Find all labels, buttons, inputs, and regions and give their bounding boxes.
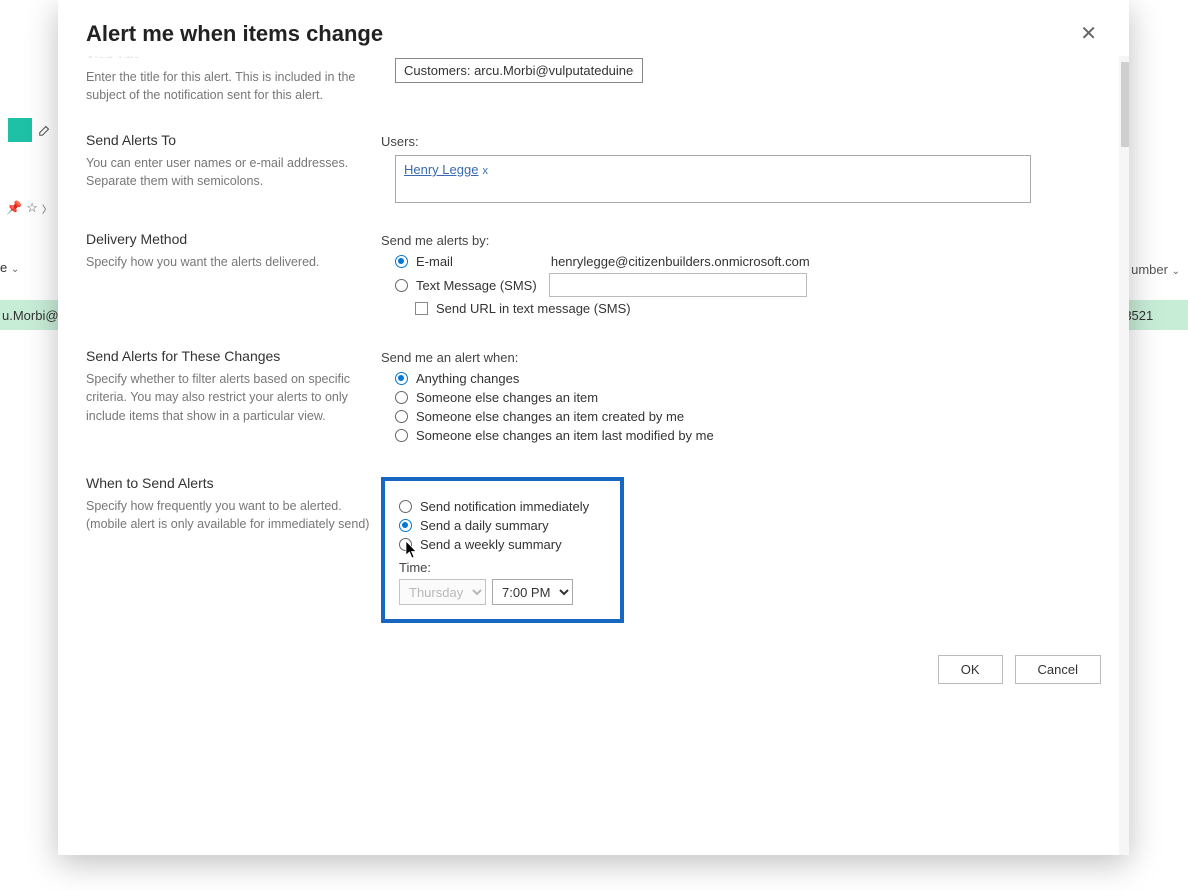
delivery-heading: Delivery Method (86, 231, 381, 247)
chevron-down-icon: ⌄ (11, 264, 19, 275)
modal-title: Alert me when items change (86, 21, 383, 47)
bg-name-header: e ⌄ (0, 260, 19, 275)
cancel-button[interactable]: Cancel (1015, 655, 1101, 684)
email-radio-label: E-mail (416, 254, 453, 269)
alert-title-input[interactable] (395, 58, 643, 83)
weekly-label: Send a weekly summary (420, 537, 562, 552)
someone-else-radio[interactable] (395, 391, 408, 404)
alert-when-label: Send me an alert when: (381, 350, 1101, 365)
bg-selected-row: u.Morbi@ (0, 300, 60, 330)
send-by-label: Send me alerts by: (381, 233, 1101, 248)
daily-radio[interactable] (399, 519, 412, 532)
modal-header: Alert me when items change ✕ (58, 0, 1129, 56)
alert-title-heading: Alert Title (86, 56, 381, 58)
cursor-icon (405, 541, 419, 559)
anything-changes-radio[interactable] (395, 372, 408, 385)
modified-by-me-label: Someone else changes an item last modifi… (416, 428, 714, 443)
sms-radio-label: Text Message (SMS) (416, 278, 537, 293)
daily-label: Send a daily summary (420, 518, 549, 533)
scrollbar-thumb[interactable] (1121, 62, 1129, 147)
alert-title-desc: Enter the title for this alert. This is … (86, 68, 381, 104)
time-label: Time: (399, 560, 600, 575)
modal-footer: OK Cancel (86, 641, 1129, 702)
user-chip[interactable]: Henry Leggex (404, 162, 488, 177)
sms-radio[interactable] (395, 279, 408, 292)
chevron-down-icon: ⌄ (1172, 266, 1180, 277)
when-heading: When to Send Alerts (86, 475, 381, 491)
someone-else-label: Someone else changes an item (416, 390, 598, 405)
ok-button[interactable]: OK (938, 655, 1003, 684)
remove-user-icon[interactable]: x (482, 165, 488, 177)
changes-heading: Send Alerts for These Changes (86, 348, 381, 364)
close-icon[interactable]: ✕ (1076, 20, 1101, 48)
when-desc: Specify how frequently you want to be al… (86, 497, 381, 533)
chevron-right-icon: 〉 (42, 201, 52, 216)
alert-modal: Alert me when items change ✕ Alert Title… (58, 0, 1129, 855)
scrollbar-track[interactable] (1119, 56, 1129, 855)
modal-body: Alert Title Enter the title for this ale… (58, 56, 1129, 855)
send-to-desc: You can enter user names or e-mail addre… (86, 154, 381, 190)
created-by-me-radio[interactable] (395, 410, 408, 423)
day-select: Thursday (399, 579, 486, 605)
frequency-highlight-box: Send notification immediately Send a dai… (381, 477, 624, 623)
star-icon: ☆ (26, 200, 38, 216)
email-value: henrylegge@citizenbuilders.onmicrosoft.c… (551, 254, 810, 269)
pencil-icon (38, 123, 52, 137)
created-by-me-label: Someone else changes an item created by … (416, 409, 684, 424)
users-people-picker[interactable]: Henry Leggex (395, 155, 1031, 203)
sms-url-checkbox[interactable] (415, 302, 428, 315)
bg-favorites: 📌 ☆ 〉 (6, 200, 52, 216)
modified-by-me-radio[interactable] (395, 429, 408, 442)
delivery-desc: Specify how you want the alerts delivere… (86, 253, 381, 271)
send-to-heading: Send Alerts To (86, 132, 381, 148)
pin-icon: 📌 (6, 200, 22, 216)
immediately-label: Send notification immediately (420, 499, 589, 514)
immediately-radio[interactable] (399, 500, 412, 513)
email-radio[interactable] (395, 255, 408, 268)
bg-toolbar-square (8, 118, 32, 142)
bg-number-header: umber ⌄ (1131, 262, 1180, 277)
sms-url-label: Send URL in text message (SMS) (436, 301, 631, 316)
time-select[interactable]: 7:00 PM (492, 579, 573, 605)
users-label: Users: (381, 134, 1101, 149)
anything-changes-label: Anything changes (416, 371, 519, 386)
changes-desc: Specify whether to filter alerts based o… (86, 370, 381, 424)
sms-input[interactable] (549, 273, 807, 297)
